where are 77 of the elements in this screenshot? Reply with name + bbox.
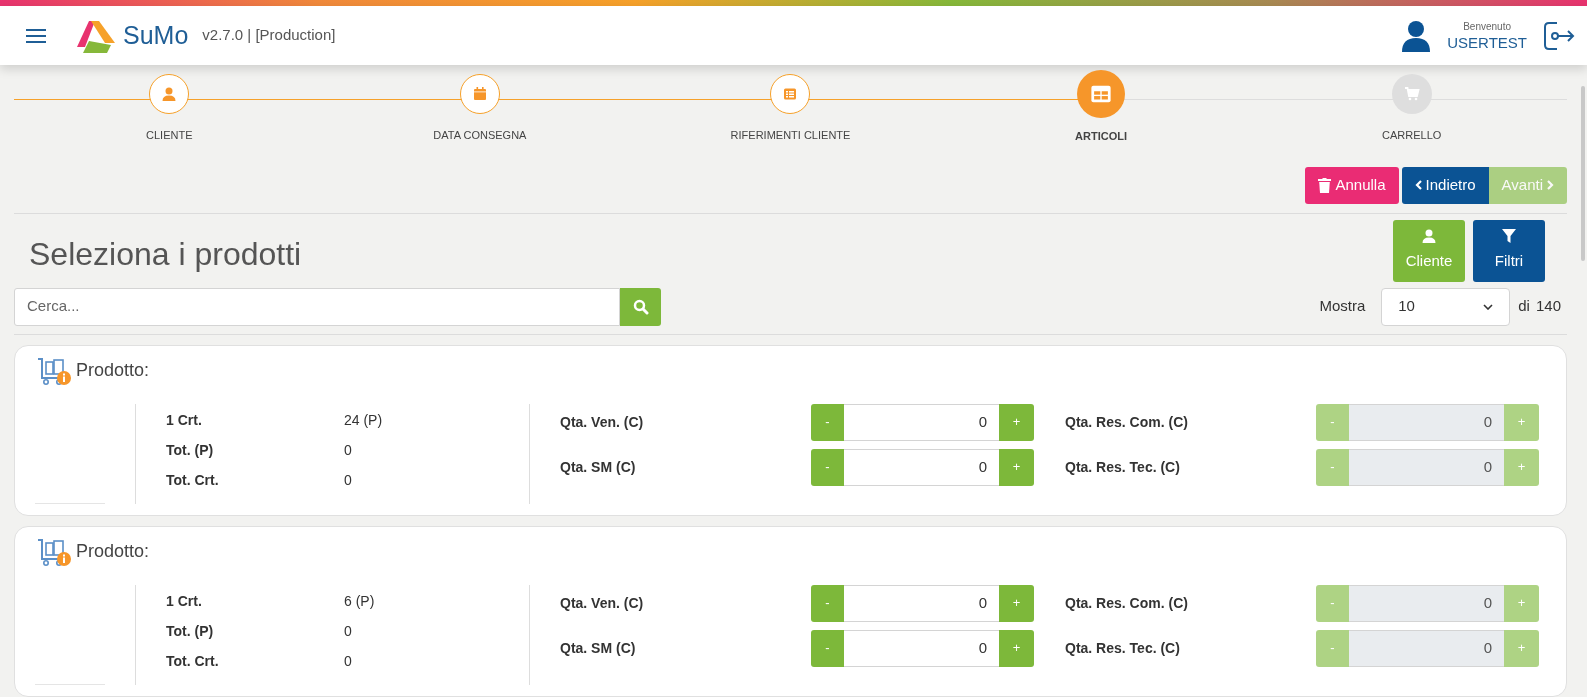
calendar-icon xyxy=(471,86,488,102)
info-value: 0 xyxy=(344,651,352,671)
search-field[interactable]: Cerca... xyxy=(14,287,620,326)
decrement-button[interactable]: - xyxy=(811,629,844,667)
quantity-label: Qta. SM (C) xyxy=(560,457,637,477)
list-icon xyxy=(782,86,799,102)
show-label: Mostra xyxy=(1319,296,1366,317)
greeting-text: Benvenuto xyxy=(1463,21,1512,32)
filter-icon xyxy=(1501,228,1517,245)
decrement-button[interactable]: - xyxy=(811,448,844,486)
step-marker[interactable] xyxy=(149,74,190,114)
step-label: CLIENTE xyxy=(146,128,193,143)
step-label: ARTICOLI xyxy=(1075,129,1128,144)
back-button[interactable]: Indietro xyxy=(1401,166,1489,204)
search-icon xyxy=(632,298,649,315)
quantity-label: Qta. Ven. (C) xyxy=(560,593,645,613)
info-value: 0 xyxy=(344,440,352,460)
filter-button[interactable]: Filtri xyxy=(1473,219,1545,282)
step-label: RIFERIMENTI CLIENTE xyxy=(730,128,851,143)
product-info-icon xyxy=(36,355,72,386)
search-button[interactable] xyxy=(620,287,661,326)
chevron-right-icon xyxy=(1547,180,1554,190)
increment-button[interactable]: + xyxy=(999,448,1034,486)
increment-button[interactable]: + xyxy=(999,584,1034,622)
info-label: 1 Crt. xyxy=(166,410,203,430)
quantity-label: Qta. Res. Com. (C) xyxy=(1065,412,1189,432)
chevron-left-icon xyxy=(1414,180,1422,190)
quantity-field[interactable]: 0 xyxy=(844,584,999,622)
step-marker[interactable] xyxy=(1077,70,1126,118)
cancel-button[interactable]: Annulla xyxy=(1305,166,1399,204)
version-text: v2.7.0 | [Production] xyxy=(202,25,336,46)
user-icon xyxy=(1421,228,1437,245)
quantity-label: Qta. Ven. (C) xyxy=(560,412,645,432)
quantity-label: Qta. Res. Tec. (C) xyxy=(1065,638,1181,658)
step-label: CARRELLO xyxy=(1382,128,1442,143)
user-avatar-icon xyxy=(1401,19,1432,52)
of-label: di xyxy=(1518,296,1530,317)
product-info-icon xyxy=(36,536,72,567)
quantity-field[interactable]: 0 xyxy=(844,403,999,441)
user-icon xyxy=(161,86,178,102)
step-marker[interactable] xyxy=(770,74,811,114)
product-title: Prodotto: xyxy=(76,540,150,563)
menu-icon[interactable] xyxy=(26,27,46,44)
increment-button[interactable]: + xyxy=(999,629,1034,667)
info-value: 0 xyxy=(344,470,352,490)
step-marker[interactable] xyxy=(1391,74,1432,114)
page-title: Seleziona i prodotti xyxy=(29,234,302,274)
app-name: SuMo xyxy=(123,19,189,51)
step-marker[interactable] xyxy=(459,74,500,114)
info-label: Tot. (P) xyxy=(166,440,215,460)
cart-icon xyxy=(1403,86,1420,102)
decrement-button[interactable]: - xyxy=(811,403,844,441)
step-label: DATA CONSEGNA xyxy=(433,128,527,143)
logout-icon[interactable] xyxy=(1543,20,1575,51)
user-name: USERTEST xyxy=(1447,34,1527,50)
page-size-select[interactable]: 10 xyxy=(1381,287,1511,326)
table-icon xyxy=(1090,83,1113,105)
info-label: Tot. Crt. xyxy=(166,470,220,490)
trash-icon xyxy=(1318,177,1332,193)
info-value: 6 (P) xyxy=(344,591,375,611)
info-label: Tot. Crt. xyxy=(166,651,220,671)
info-label: Tot. (P) xyxy=(166,621,215,641)
quantity-field[interactable]: 0 xyxy=(844,629,999,667)
quantity-label: Qta. Res. Com. (C) xyxy=(1065,593,1189,613)
quantity-field[interactable]: 0 xyxy=(844,448,999,486)
info-value: 24 (P) xyxy=(344,410,383,430)
info-label: 1 Crt. xyxy=(166,591,203,611)
scrollbar-thumb[interactable] xyxy=(1581,86,1585,261)
increment-button[interactable]: + xyxy=(999,403,1034,441)
customer-button[interactable]: Cliente xyxy=(1393,219,1465,282)
total-count: 140 xyxy=(1535,296,1561,317)
product-title: Prodotto: xyxy=(76,359,150,382)
info-value: 0 xyxy=(344,621,352,641)
quantity-label: Qta. SM (C) xyxy=(560,638,637,658)
chevron-down-icon xyxy=(1483,303,1494,310)
decrement-button[interactable]: - xyxy=(811,584,844,622)
quantity-label: Qta. Res. Tec. (C) xyxy=(1065,457,1181,477)
